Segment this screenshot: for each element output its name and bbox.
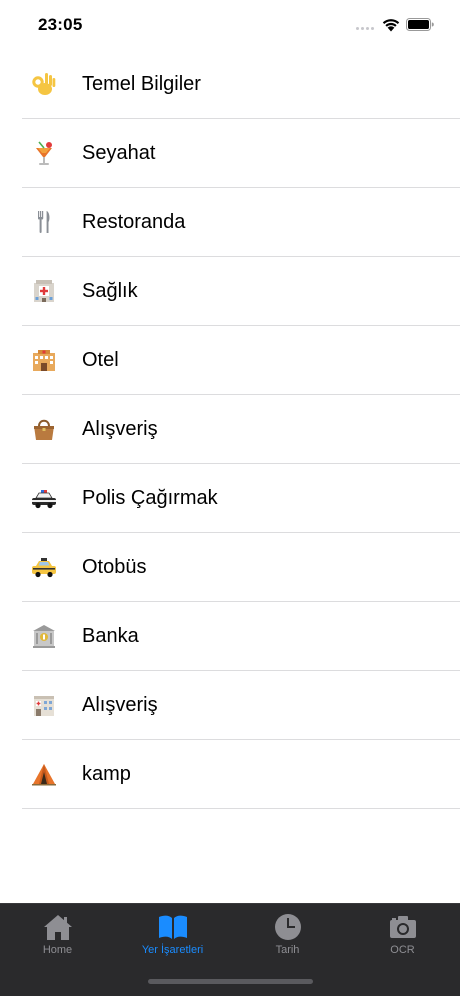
ok-hand-icon	[32, 73, 56, 95]
bank-icon	[33, 625, 55, 648]
cellular-signal-icon	[356, 27, 374, 30]
tab-ocr[interactable]: OCR	[345, 904, 460, 974]
tab-history[interactable]: Tarih	[230, 904, 345, 974]
list-item-label: Alışveriş	[82, 694, 158, 716]
list-item-label: Temel Bilgiler	[82, 73, 201, 95]
tent-icon	[32, 764, 56, 786]
list-item[interactable]: Seyahat	[0, 119, 460, 188]
book-icon	[158, 915, 187, 939]
wifi-icon	[382, 19, 400, 32]
handbag-icon	[34, 419, 54, 440]
tab-label: Home	[42, 944, 73, 956]
list-item-label: Otel	[82, 349, 119, 371]
tab-label: Yer İşaretleri	[141, 944, 204, 956]
home-icon	[43, 915, 72, 940]
list-item-label: Restoranda	[82, 211, 186, 233]
list-item[interactable]: Polis Çağırmak	[0, 464, 460, 533]
status-time: 23:05	[38, 15, 83, 34]
home-indicator	[148, 979, 313, 984]
tropical-drink-icon	[36, 141, 52, 165]
list-item[interactable]: Alışveriş	[0, 395, 460, 464]
list-item-label: Sağlık	[82, 280, 138, 302]
list-item[interactable]: Banka	[0, 602, 460, 671]
list-item-label: Seyahat	[82, 142, 156, 164]
list-item-label: kamp	[82, 763, 131, 785]
list-item-label: Alışveriş	[82, 418, 158, 440]
list-item[interactable]: Alışveriş	[0, 671, 460, 740]
tab-label: OCR	[390, 944, 415, 956]
camera-icon	[389, 916, 416, 938]
list-item[interactable]: Sağlık	[0, 257, 460, 326]
status-bar: 23:05	[0, 0, 460, 50]
battery-icon	[406, 18, 434, 31]
hospital-building-icon	[34, 696, 54, 716]
fork-knife-icon	[38, 211, 50, 233]
tab-label: Tarih	[275, 944, 300, 956]
hospital-icon	[34, 280, 54, 302]
list-item-label: Polis Çağırmak	[82, 487, 218, 509]
list-item[interactable]: kamp	[0, 740, 460, 809]
tab-bookmarks[interactable]: Yer İşaretleri	[115, 904, 230, 974]
list-item-label: Otobüs	[82, 556, 147, 578]
list-item[interactable]: Temel Bilgiler	[0, 50, 460, 119]
category-list: Temel Bilgiler Seyahat Restoranda Sağlık…	[0, 50, 460, 809]
tab-home[interactable]: Home	[0, 904, 115, 974]
hotel-icon	[33, 350, 55, 371]
list-item[interactable]: Restoranda	[0, 188, 460, 257]
police-car-icon	[32, 490, 56, 509]
list-item-label: Banka	[82, 625, 139, 647]
list-item[interactable]: Otobüs	[0, 533, 460, 602]
clock-icon	[274, 914, 301, 940]
taxi-icon	[32, 558, 56, 578]
list-item[interactable]: Otel	[0, 326, 460, 395]
